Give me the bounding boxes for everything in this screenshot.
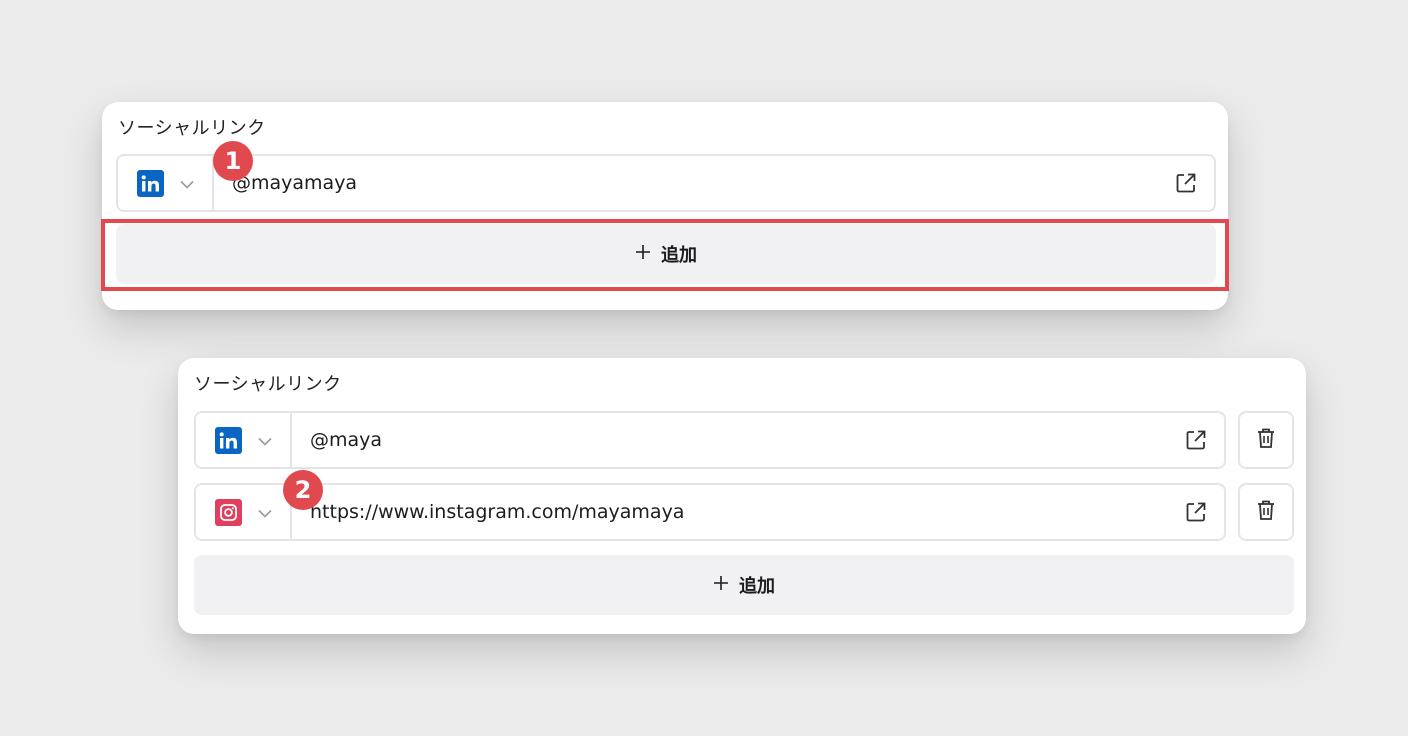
service-dropdown[interactable] <box>118 156 214 210</box>
service-dropdown[interactable] <box>196 413 292 467</box>
linkedin-icon <box>136 169 164 197</box>
trash-icon <box>1256 499 1276 525</box>
social-links-card-bottom: ソーシャルリンク @maya https://www.instagram.com… <box>178 358 1306 634</box>
instagram-icon <box>214 498 242 526</box>
social-link-input[interactable]: @mayamaya <box>214 172 1158 194</box>
social-link-input[interactable]: https://www.instagram.com/mayamaya <box>292 501 1168 523</box>
service-dropdown[interactable] <box>196 485 292 539</box>
external-link-icon[interactable] <box>1158 156 1214 210</box>
social-link-row: @maya <box>194 411 1226 469</box>
social-link-row: @mayamaya <box>116 154 1216 212</box>
add-link-label: 追加 <box>739 576 775 597</box>
section-title: ソーシャルリンク <box>194 374 342 395</box>
section-title: ソーシャルリンク <box>118 118 266 139</box>
step-badge-2: 2 <box>283 470 323 510</box>
social-link-row: https://www.instagram.com/mayamaya <box>194 483 1226 541</box>
delete-link-button[interactable] <box>1238 411 1294 469</box>
social-link-input[interactable]: @maya <box>292 429 1168 451</box>
highlight-frame <box>101 219 1229 291</box>
chevron-down-icon <box>257 431 272 450</box>
external-link-icon[interactable] <box>1168 485 1224 539</box>
step-badge-1: 1 <box>213 141 253 181</box>
delete-link-button[interactable] <box>1238 483 1294 541</box>
plus-icon <box>713 575 729 596</box>
trash-icon <box>1256 427 1276 453</box>
chevron-down-icon <box>257 503 272 522</box>
linkedin-icon <box>214 426 242 454</box>
add-link-button[interactable]: 追加 <box>194 555 1294 615</box>
external-link-icon[interactable] <box>1168 413 1224 467</box>
chevron-down-icon <box>179 174 194 193</box>
